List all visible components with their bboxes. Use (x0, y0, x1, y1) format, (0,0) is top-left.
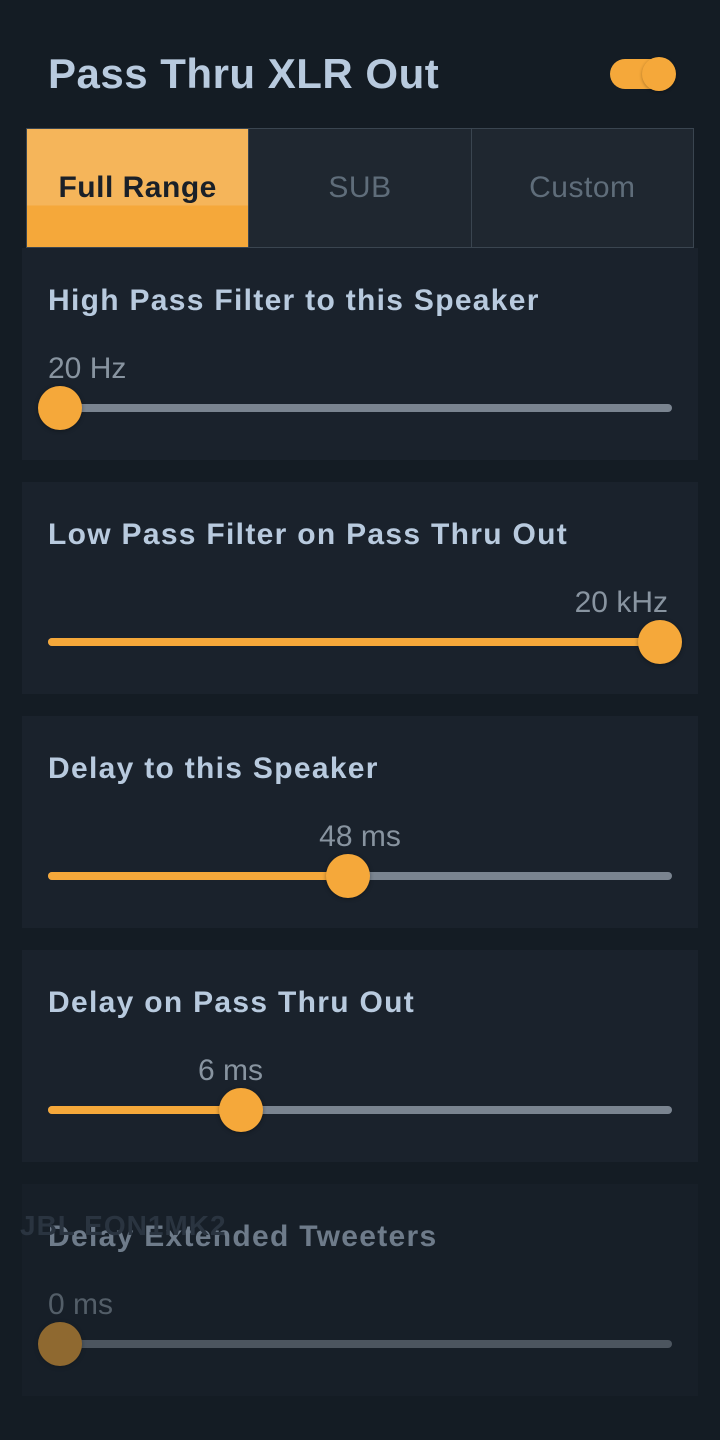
slider-card: Low Pass Filter on Pass Thru Out 20 kHz (22, 482, 698, 694)
tab-label: SUB (328, 171, 391, 205)
tab-custom[interactable]: Custom (472, 129, 693, 247)
slider-label: Delay to this Speaker (48, 752, 672, 786)
slider-track[interactable] (48, 1106, 672, 1114)
slider-thumb[interactable] (219, 1088, 263, 1132)
slider-track[interactable] (48, 638, 672, 646)
slider-label: Delay on Pass Thru Out (48, 986, 672, 1020)
slider-fill (48, 638, 672, 646)
slider-thumb[interactable] (326, 854, 370, 898)
slider-card: Delay Extended Tweeters 0 ms (22, 1184, 698, 1396)
mode-tabs: Full Range SUB Custom (26, 128, 694, 248)
slider-track[interactable] (48, 872, 672, 880)
slider-value: 20 Hz (48, 352, 672, 386)
slider-card: Delay on Pass Thru Out 6 ms (22, 950, 698, 1162)
page-title: Pass Thru XLR Out (48, 50, 439, 98)
tab-label: Full Range (58, 171, 216, 205)
slider-thumb[interactable] (38, 386, 82, 430)
slider-track[interactable] (48, 404, 672, 412)
slider-thumb[interactable] (638, 620, 682, 664)
slider-card: High Pass Filter to this Speaker 20 Hz (22, 248, 698, 460)
slider-thumb[interactable] (38, 1322, 82, 1366)
slider-card: Delay to this Speaker 48 ms (22, 716, 698, 928)
tab-label: Custom (529, 171, 635, 205)
slider-fill (48, 872, 348, 880)
slider-value: 48 ms (48, 820, 672, 854)
slider-label: High Pass Filter to this Speaker (48, 284, 672, 318)
toggle-thumb-icon (642, 57, 676, 91)
header: Pass Thru XLR Out (0, 0, 720, 128)
slider-value: 0 ms (48, 1288, 672, 1322)
tab-sub[interactable]: SUB (248, 129, 471, 247)
slider-value: 6 ms (48, 1054, 672, 1088)
slider-value: 20 kHz (48, 586, 672, 620)
slider-fill (48, 1106, 241, 1114)
slider-track[interactable] (48, 1340, 672, 1348)
tab-full-range[interactable]: Full Range (27, 129, 248, 247)
slider-label: Low Pass Filter on Pass Thru Out (48, 518, 672, 552)
pass-thru-toggle[interactable] (610, 59, 672, 89)
slider-label: Delay Extended Tweeters (48, 1220, 672, 1254)
